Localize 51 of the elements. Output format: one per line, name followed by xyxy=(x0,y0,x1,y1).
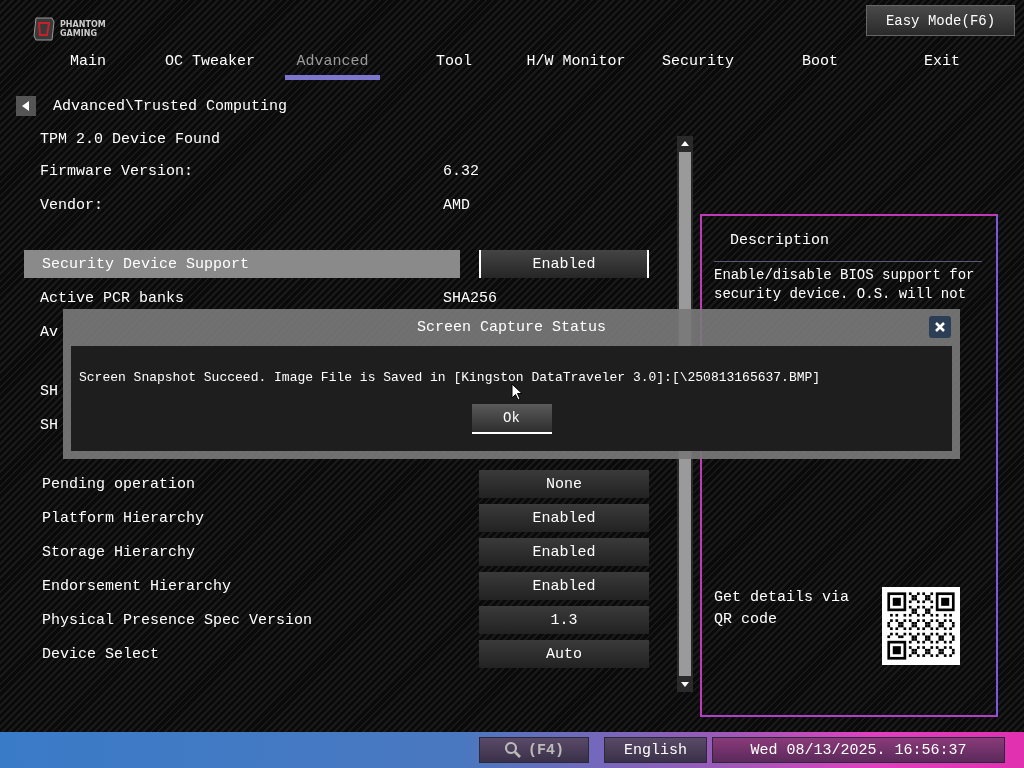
setting-label[interactable]: Endorsement Hierarchy xyxy=(24,572,460,600)
setting-value: SHA256 xyxy=(443,289,497,307)
setting-label: Vendor: xyxy=(39,196,104,214)
ok-button[interactable]: Ok xyxy=(471,404,552,434)
logo-icon xyxy=(32,16,56,42)
close-icon xyxy=(934,321,946,333)
description-text: Enable/disable BIOS support for xyxy=(714,266,976,285)
setting-label: SH xyxy=(39,416,59,434)
value-button[interactable]: Enabled xyxy=(479,538,649,566)
setting-value: 6.32 xyxy=(443,162,479,180)
value-button[interactable]: None xyxy=(479,470,649,498)
mouse-cursor-icon xyxy=(511,383,523,401)
section-heading: TPM 2.0 Device Found xyxy=(39,130,221,148)
tab[interactable]: Main xyxy=(27,40,149,80)
value-button[interactable]: 1.3 xyxy=(479,606,649,634)
setting-label: Firmware Version: xyxy=(39,162,195,180)
value-button[interactable]: Enabled xyxy=(479,572,649,600)
setting-label: Active PCR banks xyxy=(39,289,186,307)
setting-value: AMD xyxy=(443,196,470,214)
setting-label: SH xyxy=(39,382,59,400)
tab[interactable]: Exit xyxy=(881,40,1003,80)
dialog-message: Screen Snapshot Succeed. Image File is Saved in [Kingston DataTraveler 3.0]:[\250813165637.BMP] xyxy=(79,370,821,385)
language-button[interactable]: English xyxy=(604,737,707,763)
dialog-title: Screen Capture Status xyxy=(417,319,606,336)
tab[interactable]: Advanced xyxy=(285,40,380,80)
breadcrumb: Advanced\Trusted Computing xyxy=(53,97,288,115)
close-button[interactable] xyxy=(929,316,951,338)
value-button[interactable]: Auto xyxy=(479,640,649,668)
search-icon xyxy=(504,741,522,759)
easy-mode-button[interactable]: Easy Mode(F6) xyxy=(866,5,1015,36)
qr-caption: Get details via QR code xyxy=(714,588,851,630)
description-title: Description xyxy=(730,232,831,249)
back-arrow-icon xyxy=(22,101,30,111)
logo-text: GAMING xyxy=(60,29,98,38)
setting-label[interactable]: Pending operation xyxy=(24,470,460,498)
setting-label[interactable]: Device Select xyxy=(24,640,460,668)
back-button[interactable] xyxy=(16,96,36,116)
tab[interactable]: Security xyxy=(637,40,759,80)
tab[interactable]: H/W Monitor xyxy=(515,40,637,80)
setting-label[interactable]: Physical Presence Spec Version xyxy=(24,606,460,634)
tab[interactable]: Tool xyxy=(393,40,515,80)
tab[interactable]: Boot xyxy=(759,40,881,80)
value-button[interactable]: Enabled xyxy=(479,250,649,278)
search-button[interactable]: (F4) xyxy=(479,737,589,763)
setting-label[interactable]: Platform Hierarchy xyxy=(24,504,460,532)
tab[interactable]: OC Tweaker xyxy=(149,40,271,80)
description-text: security device. O.S. will not xyxy=(714,285,968,304)
setting-label[interactable]: Storage Hierarchy xyxy=(24,538,460,566)
date-time: Wed 08/13/2025. 16:56:37 xyxy=(712,737,1005,763)
value-button[interactable]: Enabled xyxy=(479,504,649,532)
logo-text: PHANTOM xyxy=(60,20,106,29)
